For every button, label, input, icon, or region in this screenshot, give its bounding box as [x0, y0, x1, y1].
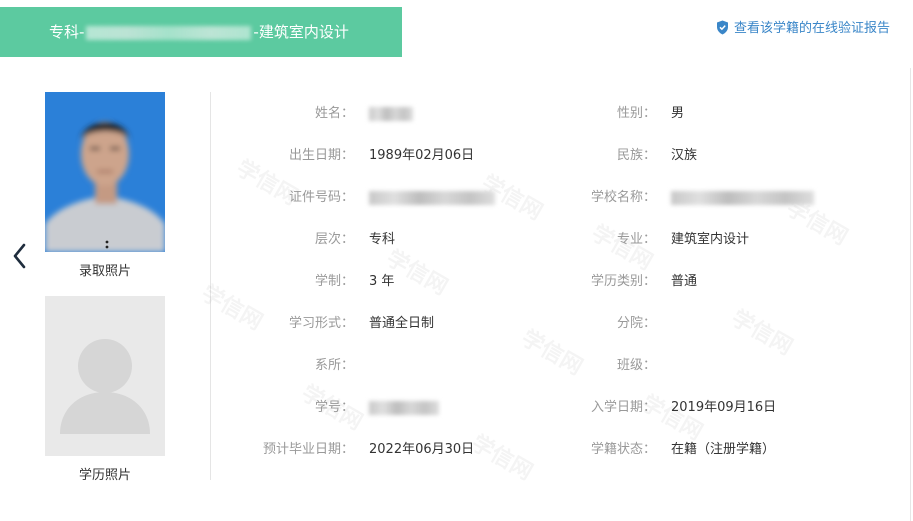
student-record-page: 专科- -建筑室内设计 查看该学籍的在线验证报告 录取照片 学历照片 姓名： 性…	[0, 0, 913, 521]
title-suffix: -建筑室内设计	[253, 23, 349, 41]
major-label: 专业：	[616, 232, 656, 247]
education-photo-placeholder	[45, 296, 165, 456]
branch-label: 分院：	[616, 316, 656, 331]
class-label: 班级：	[616, 358, 656, 373]
edu-category-label: 学历类别：	[590, 274, 656, 289]
shield-check-icon	[716, 20, 729, 41]
duration-label: 学制：	[314, 274, 354, 289]
admission-photo-caption: 录取照片	[78, 264, 131, 279]
status-value: 在籍（注册学籍）	[671, 442, 776, 457]
id-number-value-redacted	[369, 188, 495, 208]
duration-value: 3 年	[369, 274, 395, 289]
enroll-date-value: 2019年09月16日	[671, 400, 777, 415]
name-value-redacted	[369, 104, 413, 124]
birthdate-label: 出生日期：	[288, 148, 354, 163]
level-label: 层次：	[314, 232, 354, 247]
level-value: 专科	[369, 232, 396, 247]
previous-arrow-icon[interactable]	[10, 241, 30, 271]
gender-value: 男	[671, 106, 685, 121]
enroll-date-label: 入学日期：	[590, 400, 656, 415]
birthdate-value: 1989年02月06日	[369, 148, 475, 163]
study-form-value: 普通全日制	[369, 316, 435, 331]
grad-date-value: 2022年06月30日	[369, 442, 475, 457]
verify-link-label: 查看该学籍的在线验证报告	[733, 21, 890, 36]
student-id-label: 学号：	[314, 400, 354, 415]
school-label: 学校名称：	[590, 190, 656, 205]
grad-date-label: 预计毕业日期：	[262, 442, 354, 457]
school-value-redacted	[671, 188, 814, 208]
school-name-redacted	[86, 25, 252, 40]
panel-edge	[910, 68, 911, 521]
student-id-value-redacted	[369, 398, 439, 418]
ethnicity-value: 汉族	[671, 148, 698, 163]
name-label: 姓名：	[314, 106, 354, 121]
title-prefix: 专科-	[49, 23, 85, 41]
department-label: 系所：	[314, 358, 354, 373]
admission-photo	[45, 92, 165, 252]
gender-label: 性别：	[616, 106, 656, 121]
avatar-placeholder-icon	[45, 296, 165, 456]
status-label: 学籍状态：	[590, 442, 656, 457]
watermark: 学信网	[726, 301, 799, 362]
study-form-label: 学习形式：	[288, 316, 354, 331]
record-title-tab[interactable]: 专科- -建筑室内设计	[0, 7, 402, 57]
education-photo-caption: 学历照片	[78, 468, 131, 483]
id-number-label: 证件号码：	[288, 190, 354, 205]
online-verification-report-link[interactable]: 查看该学籍的在线验证报告	[716, 20, 890, 41]
ethnicity-label: 民族：	[616, 148, 656, 163]
major-value: 建筑室内设计	[671, 232, 750, 247]
edu-category-value: 普通	[671, 274, 698, 289]
